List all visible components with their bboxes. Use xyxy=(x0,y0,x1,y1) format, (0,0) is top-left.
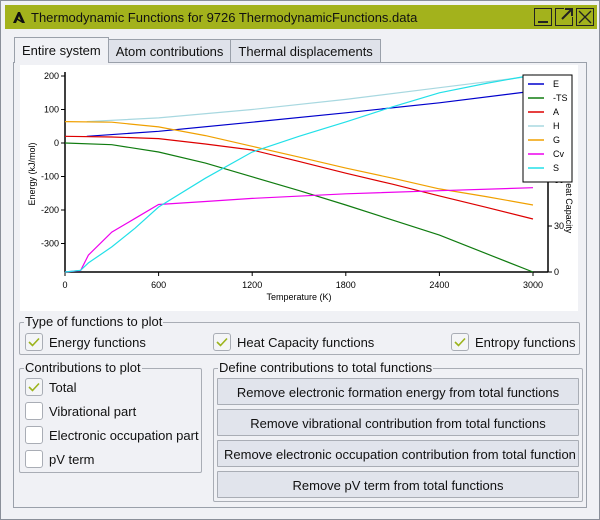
y-tick-label: 200 xyxy=(44,71,59,81)
series-line-h xyxy=(86,75,534,123)
total-label: Total xyxy=(49,379,77,395)
type-functions-title: Type of functions to plot xyxy=(24,314,164,330)
y-tick-label: -100 xyxy=(41,172,59,182)
chart-legend: E -TS AHG Cv S xyxy=(522,74,573,183)
vibrational-part-checkbox[interactable]: Vibrational part xyxy=(25,402,136,420)
entropy-functions-checkbox[interactable]: Entropy functions xyxy=(451,333,575,351)
x-tick-label: 600 xyxy=(151,280,166,290)
checkbox-box[interactable] xyxy=(25,426,43,444)
electronic-occupation-part-checkbox[interactable]: Electronic occupation part xyxy=(25,426,199,444)
heat-capacity-functions-label: Heat Capacity functions xyxy=(237,334,375,350)
y-tick-label: 0 xyxy=(54,138,59,148)
y2-axis-label: Heat Capacity xyxy=(564,177,574,234)
y-tick-label: 100 xyxy=(44,105,59,115)
x-tick-label: 3000 xyxy=(523,280,543,290)
checkmark-icon xyxy=(28,382,40,392)
energy-functions-checkbox[interactable]: Energy functions xyxy=(25,333,146,351)
checkbox-box[interactable] xyxy=(213,333,231,351)
remove-electronic-formation-energy-button[interactable]: Remove electronic formation energy from … xyxy=(217,378,579,405)
remove-pv-term-button[interactable]: Remove pV term from total functions xyxy=(217,471,579,498)
checkbox-box[interactable] xyxy=(25,450,43,468)
legend-label: H xyxy=(553,121,560,131)
legend-label: G xyxy=(553,135,560,145)
checkmark-icon xyxy=(216,337,228,347)
legend-label: Cv xyxy=(553,149,564,159)
series-line-ts xyxy=(64,142,534,273)
contributions-title: Contributions to plot xyxy=(24,360,142,376)
y2-tick-label: 0 xyxy=(554,267,559,277)
checkmark-icon xyxy=(454,337,466,347)
legend-label: E xyxy=(553,79,559,89)
legend-box xyxy=(522,74,573,183)
legend-label: A xyxy=(553,107,559,117)
entropy-functions-label: Entropy functions xyxy=(475,334,576,350)
checkbox-box[interactable] xyxy=(451,333,469,351)
y2-tick-label: 30 xyxy=(554,221,564,231)
legend-label: -TS xyxy=(553,93,568,103)
electronic-occupation-part-label: Electronic occupation part xyxy=(49,427,199,443)
series-line-e xyxy=(86,90,534,137)
tab-entire-system[interactable]: Entire system xyxy=(14,37,109,63)
energy-functions-label: Energy functions xyxy=(49,334,146,350)
x-axis-label: Temperature (K) xyxy=(266,292,331,302)
y-axis-label: Energy (kJ/mol) xyxy=(27,142,37,205)
x-tick-label: 1800 xyxy=(336,280,356,290)
x-tick-label: 2400 xyxy=(429,280,449,290)
x-tick-label: 0 xyxy=(62,280,67,290)
remove-electronic-occupation-contribution-button[interactable]: Remove electronic occupation contributio… xyxy=(217,440,579,467)
checkbox-box[interactable] xyxy=(25,333,43,351)
pv-term-checkbox[interactable]: pV term xyxy=(25,450,95,468)
checkmark-icon xyxy=(28,337,40,347)
checkbox-box[interactable] xyxy=(25,402,43,420)
pv-term-label: pV term xyxy=(49,451,95,467)
series-line-g xyxy=(64,121,534,206)
legend-label: S xyxy=(553,163,559,173)
x-tick-label: 1200 xyxy=(242,280,262,290)
y-tick-label: -200 xyxy=(41,205,59,215)
total-checkbox[interactable]: Total xyxy=(25,378,76,396)
y-tick-label: -300 xyxy=(41,239,59,249)
checkbox-box[interactable] xyxy=(25,378,43,396)
vibrational-part-label: Vibrational part xyxy=(49,403,137,419)
define-contributions-title: Define contributions to total functions xyxy=(218,360,434,376)
heat-capacity-functions-checkbox[interactable]: Heat Capacity functions xyxy=(213,333,374,351)
remove-vibrational-contribution-button[interactable]: Remove vibrational contribution from tot… xyxy=(217,409,579,436)
series-line-cv xyxy=(64,187,534,273)
